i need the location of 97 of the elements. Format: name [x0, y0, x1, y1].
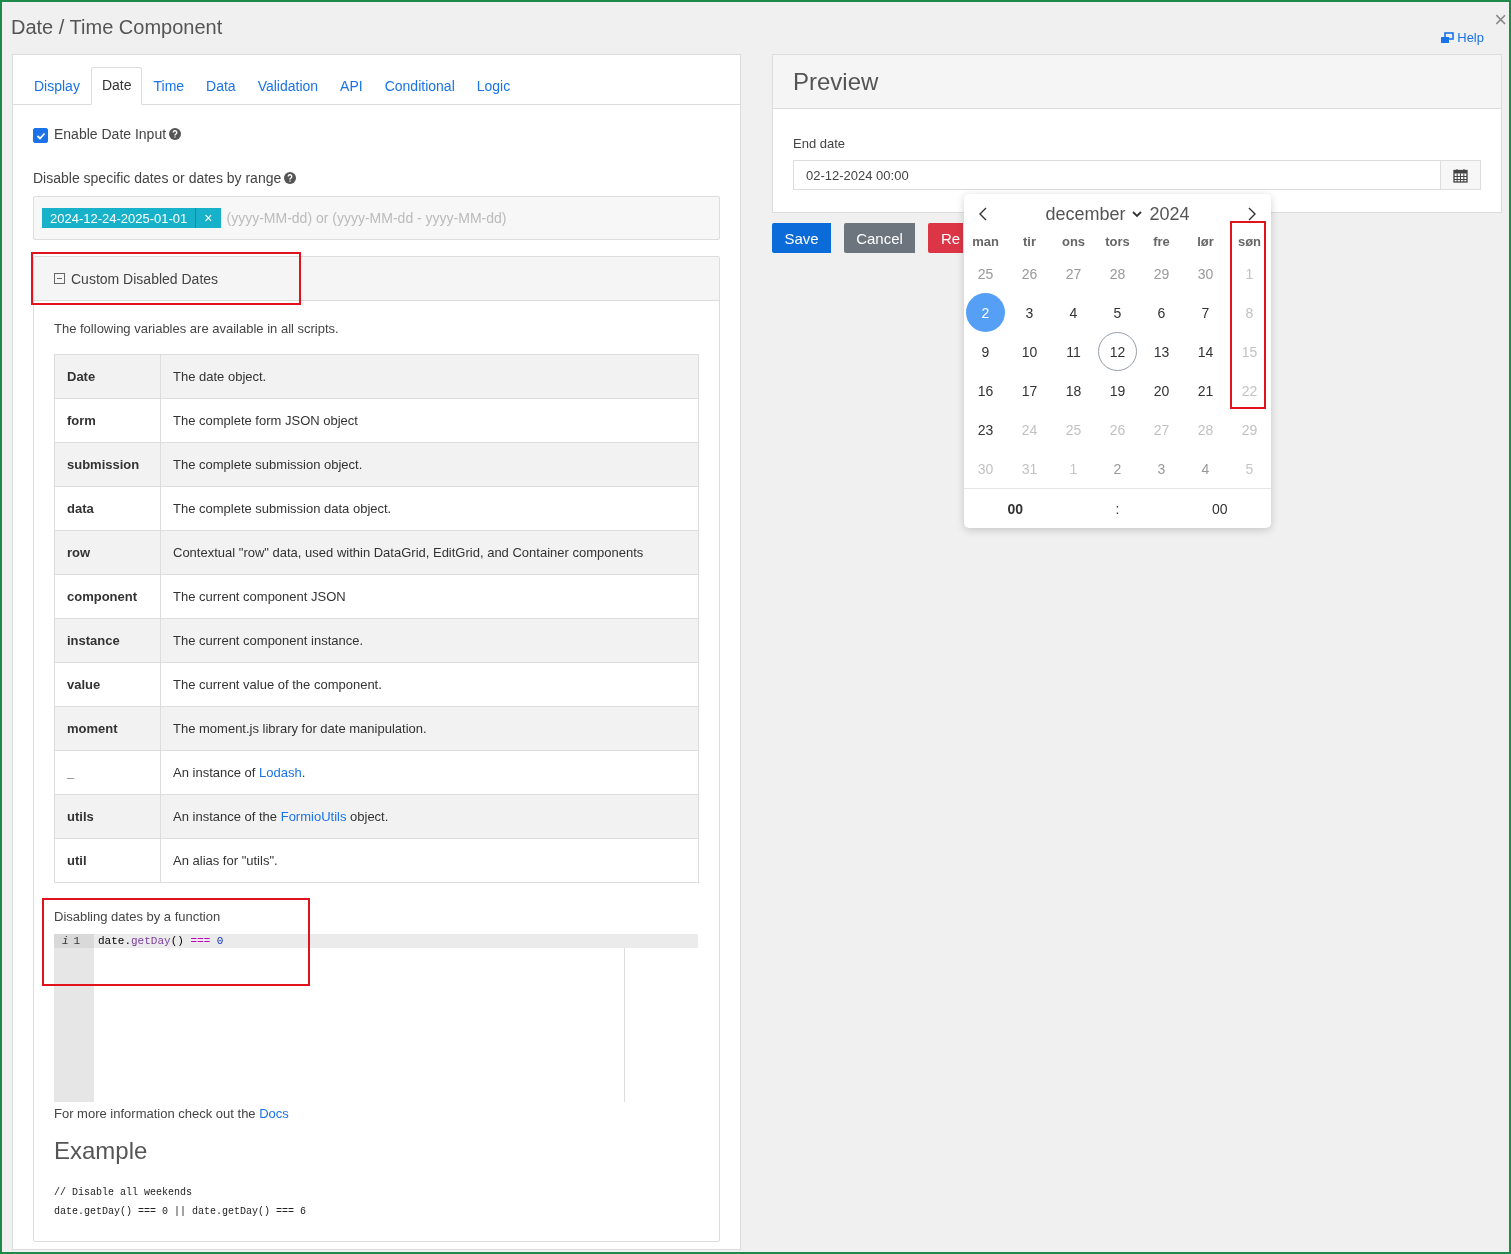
calendar-day[interactable]: 25: [966, 254, 1005, 293]
preview-title: Preview: [773, 55, 1501, 109]
table-cell: util: [54, 838, 161, 883]
calendar-day[interactable]: 19: [1098, 371, 1137, 410]
date-tag: 2024-12-24-2025-01-01 ×: [42, 208, 221, 228]
tab[interactable]: Display: [23, 68, 91, 105]
calendar-day[interactable]: 26: [1010, 254, 1049, 293]
check-icon: [35, 130, 46, 141]
calendar-day[interactable]: 7: [1186, 293, 1225, 332]
calendar-day[interactable]: 20: [1142, 371, 1181, 410]
tab[interactable]: Time: [142, 68, 196, 105]
calendar-day[interactable]: 3: [1010, 293, 1049, 332]
help-icon: [284, 172, 297, 184]
calendar-day[interactable]: 9: [966, 332, 1005, 371]
help-link[interactable]: Help: [1440, 30, 1484, 45]
field-label: End date: [793, 136, 847, 151]
calendar-day[interactable]: 3: [1142, 449, 1181, 488]
month-dropdown[interactable]: december: [1045, 203, 1142, 225]
calendar-day[interactable]: 16: [966, 371, 1005, 410]
calendar-day[interactable]: 11: [1054, 332, 1093, 371]
tab[interactable]: Logic: [465, 68, 522, 105]
table-cell: The date object.: [160, 354, 699, 399]
calendar-day[interactable]: 6: [1142, 293, 1181, 332]
code-editor[interactable]: i 1 date.getDay() === 0: [54, 934, 699, 1102]
action-button[interactable]: Re: [928, 223, 963, 253]
chevron-left-icon: [978, 207, 988, 221]
time-separator: :: [1114, 500, 1121, 517]
info-marker: i: [62, 934, 69, 948]
weekday-label: man: [971, 234, 1000, 251]
action-button[interactable]: Save: [772, 223, 831, 253]
calendar-day[interactable]: 18: [1054, 371, 1093, 410]
tab[interactable]: Date: [90, 67, 143, 105]
table-cell: An instance of the FormioUtils object.: [160, 794, 699, 839]
weekday-label: lør: [1196, 234, 1215, 251]
calendar-day[interactable]: 4: [1186, 449, 1225, 488]
help-icon: [169, 128, 182, 140]
tag-input-field[interactable]: 2024-12-24-2025-01-01 × (yyyy-MM-dd) or (yyyy-MM-dd - yyyy-MM-dd): [33, 196, 720, 240]
code-line: date.getDay() === 0 || date.getDay() === 6: [54, 1205, 308, 1219]
table-cell: moment: [54, 706, 161, 751]
table-cell: The moment.js library for date manipulation.: [160, 706, 699, 751]
table-cell: submission: [54, 442, 161, 487]
hour-input[interactable]: 00: [964, 500, 1067, 517]
table-cell: utils: [54, 794, 161, 839]
calendar-day[interactable]: 23: [966, 410, 1005, 449]
tab[interactable]: Data: [195, 68, 247, 105]
editor-label: Disabling dates by a function: [54, 909, 222, 924]
section-heading: Example: [54, 1137, 149, 1165]
checkbox[interactable]: [33, 128, 48, 143]
weekday-label: fre: [1152, 234, 1171, 251]
calendar-day[interactable]: 30: [1186, 254, 1225, 293]
panel-header[interactable]: Custom Disabled Dates: [34, 257, 719, 301]
year-input[interactable]: 2024: [1149, 203, 1190, 225]
table-cell: row: [54, 530, 161, 575]
calendar-day[interactable]: 27: [1054, 254, 1093, 293]
panel-title: Custom Disabled Dates: [71, 270, 219, 287]
table-cell: Contextual "row" data, used within DataGrid, EditGrid, and Container components: [160, 530, 699, 575]
dialog-title: Date / Time Component: [11, 16, 223, 39]
table-cell: instance: [54, 618, 161, 663]
code-line: // Disable all weekends: [54, 1186, 194, 1200]
action-button[interactable]: Cancel: [844, 223, 915, 253]
calendar-day[interactable]: 21: [1186, 371, 1225, 410]
calendar-day[interactable]: 2: [966, 293, 1005, 332]
table-cell: The current component instance.: [160, 618, 699, 663]
table-cell: The complete submission object.: [160, 442, 699, 487]
calendar-day[interactable]: 10: [1010, 332, 1049, 371]
checkbox-label: Enable Date Input: [54, 126, 167, 142]
tab[interactable]: API: [329, 68, 374, 105]
weekday-label: søn: [1236, 234, 1263, 251]
tab[interactable]: Conditional: [373, 68, 466, 105]
intro-text: The following variables are available in all scripts.: [54, 321, 340, 336]
external-window-icon: [1440, 31, 1455, 44]
calendar-day[interactable]: 28: [1098, 254, 1137, 293]
calendar-day[interactable]: 14: [1186, 332, 1225, 371]
calendar-day[interactable]: 17: [1010, 371, 1049, 410]
docs-link[interactable]: Docs: [259, 1106, 289, 1121]
calendar-day[interactable]: 13: [1142, 332, 1181, 371]
field-label: Disable specific dates or dates by range: [33, 170, 282, 186]
placeholder: (yyyy-MM-dd) or (yyyy-MM-dd - yyyy-MM-dd): [226, 210, 507, 226]
docs-text: For more information check out the Docs: [54, 1106, 290, 1121]
calendar-day[interactable]: 29: [1142, 254, 1181, 293]
calendar-day[interactable]: 2: [1098, 449, 1137, 488]
tab[interactable]: Validation: [246, 68, 330, 105]
calendar-day[interactable]: 4: [1054, 293, 1093, 332]
close-button[interactable]: ×: [1494, 10, 1507, 30]
weekday-label: tir: [1022, 234, 1037, 251]
link[interactable]: Lodash: [259, 765, 302, 780]
minute-input[interactable]: 00: [1168, 500, 1271, 517]
link[interactable]: FormioUtils: [280, 809, 347, 824]
line-number: 1: [73, 934, 80, 948]
caret-icon: [1131, 210, 1142, 218]
calendar-day[interactable]: 5: [1098, 293, 1137, 332]
weekday-label: tors: [1104, 234, 1131, 251]
remove-tag-button[interactable]: ×: [195, 208, 221, 228]
chevron-right-icon: [1247, 207, 1257, 221]
table-cell: Date: [54, 354, 161, 399]
table-cell: An alias for "utils".: [160, 838, 699, 883]
weekday-label: ons: [1060, 234, 1087, 251]
